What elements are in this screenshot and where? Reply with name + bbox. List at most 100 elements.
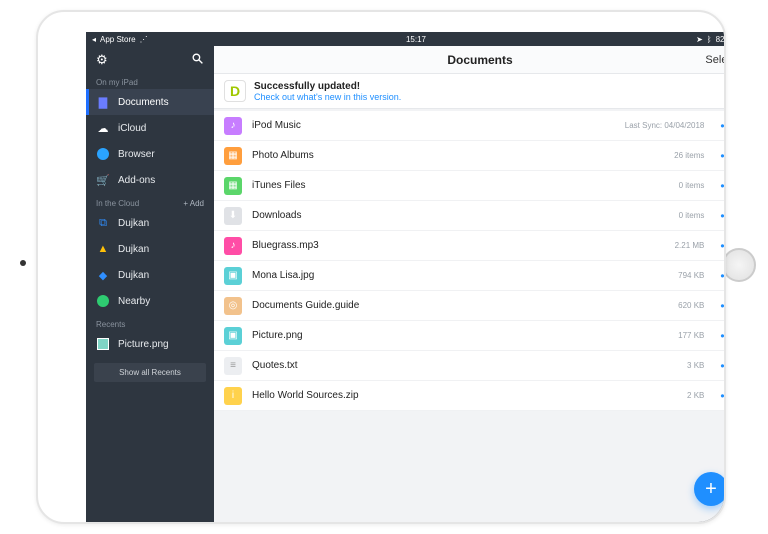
file-row[interactable]: ♪Bluegrass.mp32.21 MB•••	[214, 231, 726, 261]
file-name: iPod Music	[252, 120, 615, 131]
gdrive-icon: ▲	[96, 242, 110, 256]
file-name: Photo Albums	[252, 150, 664, 161]
file-name: Hello World Sources.zip	[252, 390, 677, 401]
ipad-camera	[20, 260, 26, 266]
file-type-icon: i	[224, 387, 242, 405]
file-type-icon: ▣	[224, 327, 242, 345]
file-name: Documents Guide.guide	[252, 300, 668, 311]
sidebar-item-label: Picture.png	[118, 339, 169, 350]
file-meta: Last Sync: 04/04/2018	[625, 121, 705, 130]
file-meta: 2 KB	[687, 391, 704, 400]
sidebar-item-nearby[interactable]: Nearby	[86, 288, 214, 314]
folder-icon: ▇	[96, 95, 110, 109]
section-recents: Recents	[86, 314, 214, 331]
file-type-icon: ▦	[224, 147, 242, 165]
main-header: Documents Select	[214, 46, 726, 74]
page-title: Documents	[447, 53, 512, 67]
sidebar: ⚙ On my iPad ▇ Documents ☁ iCloud	[86, 46, 214, 524]
file-type-icon: ▣	[224, 267, 242, 285]
dropbox-icon: ⧉	[96, 216, 110, 230]
file-row[interactable]: ▣ Picture.png 177 KB •••	[214, 321, 726, 351]
sidebar-item-label: Nearby	[118, 296, 150, 307]
sidebar-item-label: Dujkan	[118, 270, 149, 281]
cloud2-icon: ◆	[96, 268, 110, 282]
file-row[interactable]: ▦ iTunes Files 0 items •••	[214, 171, 726, 201]
sidebar-item-label: Add-ons	[118, 175, 155, 186]
more-icon[interactable]: •••	[720, 119, 726, 133]
sidebar-item-browser[interactable]: Browser	[86, 141, 214, 167]
status-time: 15:17	[86, 35, 726, 44]
sidebar-item-dropbox[interactable]: ⧉ Dujkan	[86, 210, 214, 236]
file-name: Downloads	[252, 210, 669, 221]
file-type-icon: ≡	[224, 357, 242, 375]
file-name: Mona Lisa.jpg	[252, 270, 668, 281]
ipad-frame: ◂ App Store ⋰ 15:17 ➤ ᛒ 82% ▮ ⚙	[36, 10, 726, 524]
more-icon[interactable]: •••	[720, 359, 726, 373]
more-icon[interactable]: •••	[720, 239, 726, 253]
status-bar: ◂ App Store ⋰ 15:17 ➤ ᛒ 82% ▮	[86, 32, 726, 46]
file-row[interactable]: ⬇ Downloads 0 items •••	[214, 201, 726, 231]
compass-icon	[96, 147, 110, 161]
file-name: iTunes Files	[252, 180, 669, 191]
more-icon[interactable]: •••	[720, 149, 726, 163]
gear-icon[interactable]: ⚙	[96, 52, 108, 68]
sidebar-item-label: Documents	[118, 97, 169, 108]
file-meta: 794 KB	[678, 271, 704, 280]
file-meta: 26 items	[674, 151, 704, 160]
file-type-icon: ⬇	[224, 207, 242, 225]
more-icon[interactable]: •••	[720, 299, 726, 313]
file-name: Quotes.txt	[252, 360, 677, 371]
banner-title: Successfully updated!	[254, 81, 401, 92]
more-icon[interactable]: •••	[720, 269, 726, 283]
screen: ◂ App Store ⋰ 15:17 ➤ ᛒ 82% ▮ ⚙	[86, 32, 726, 524]
sidebar-recent-item[interactable]: Picture.png	[86, 331, 214, 357]
cloud-icon: ☁	[96, 121, 110, 135]
section-in-cloud: In the Cloud + Add	[86, 193, 214, 210]
sidebar-item-label: Dujkan	[118, 244, 149, 255]
file-type-icon: ▦	[224, 177, 242, 195]
sidebar-item-documents[interactable]: ▇ Documents	[86, 89, 214, 115]
file-type-icon: ♪	[224, 117, 242, 135]
search-icon[interactable]	[191, 52, 204, 68]
file-meta: 0 items	[679, 211, 705, 220]
sidebar-item-addons[interactable]: 🛒 Add-ons	[86, 167, 214, 193]
file-row[interactable]: ≡ Quotes.txt 3 KB •••	[214, 351, 726, 381]
image-thumb-icon	[96, 337, 110, 351]
sidebar-item-icloud[interactable]: ☁ iCloud	[86, 115, 214, 141]
file-type-icon: ♪	[224, 237, 242, 255]
more-icon[interactable]: •••	[720, 179, 726, 193]
cart-icon: 🛒	[96, 173, 110, 187]
section-on-ipad: On my iPad	[86, 72, 214, 89]
sidebar-item-gdrive[interactable]: ▲ Dujkan	[86, 236, 214, 262]
update-banner: D Successfully updated! Check out what's…	[214, 74, 726, 109]
sidebar-item-label: Dujkan	[118, 218, 149, 229]
main-panel: Documents Select D Successfully updated!…	[214, 46, 726, 524]
sidebar-item-label: iCloud	[118, 123, 146, 134]
file-type-icon: ◎	[224, 297, 242, 315]
file-meta: 3 KB	[687, 361, 704, 370]
file-meta: 0 items	[679, 181, 705, 190]
file-name: Picture.png	[252, 330, 668, 341]
select-button[interactable]: Select	[705, 54, 726, 66]
file-meta: 177 KB	[678, 331, 704, 340]
file-row[interactable]: ▣ Mona Lisa.jpg 794 KB •••	[214, 261, 726, 291]
file-list: ♪ iPod Music Last Sync: 04/04/2018 ••• ▦ Phot…	[214, 111, 726, 411]
add-fab-button[interactable]: +	[694, 472, 726, 506]
file-row[interactable]: i Hello World Sources.zip 2 KB •••	[214, 381, 726, 411]
content-area: ⚙ On my iPad ▇ Documents ☁ iCloud	[86, 46, 726, 524]
sidebar-item-cloud3[interactable]: ◆ Dujkan	[86, 262, 214, 288]
more-icon[interactable]: •••	[720, 209, 726, 223]
file-row[interactable]: ♪ iPod Music Last Sync: 04/04/2018 •••	[214, 111, 726, 141]
add-cloud-button[interactable]: + Add	[183, 199, 204, 208]
banner-link[interactable]: Check out what's new in this version.	[254, 92, 401, 102]
more-icon[interactable]: •••	[720, 329, 726, 343]
more-icon[interactable]: •••	[720, 389, 726, 403]
file-row[interactable]: ◎ Documents Guide.guide 620 KB •••	[214, 291, 726, 321]
file-meta: 2.21 MB	[675, 241, 705, 250]
sidebar-item-label: Browser	[118, 149, 155, 160]
file-meta: 620 KB	[678, 301, 704, 310]
show-all-recents-button[interactable]: Show all Recents	[94, 363, 206, 382]
ipad-home-button[interactable]	[722, 248, 756, 282]
nearby-icon	[96, 294, 110, 308]
file-row[interactable]: ▦ Photo Albums 26 items •••	[214, 141, 726, 171]
